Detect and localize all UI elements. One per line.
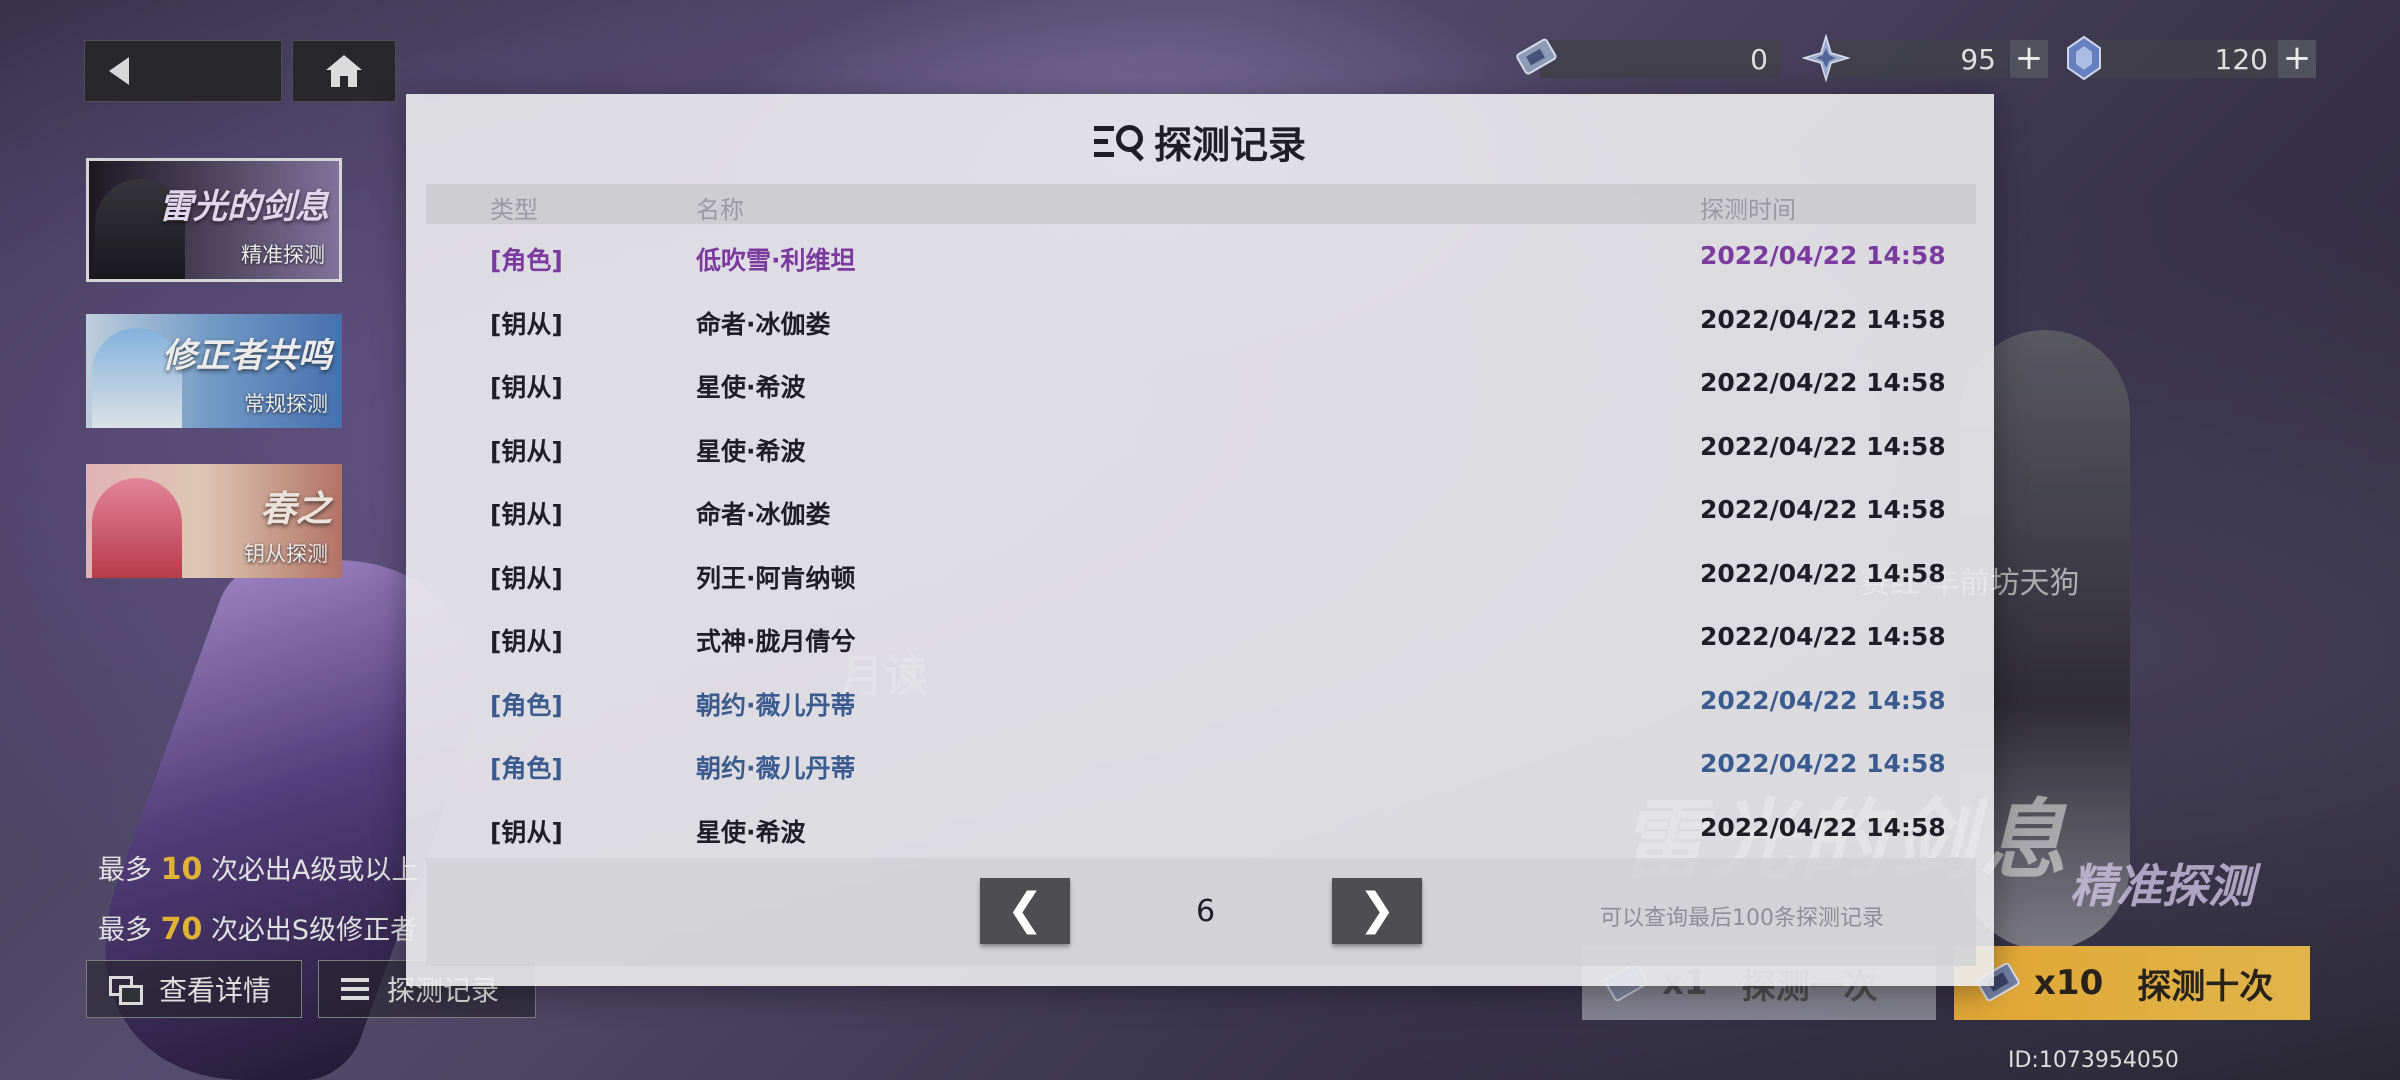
pagination: ❮ 6 ❯ 可以查询最后100条探测记录 [426, 858, 1976, 966]
record-name: 式神·胧月倩兮 [696, 627, 856, 656]
next-page-button[interactable]: ❯ [1332, 878, 1422, 944]
record-type: [钥从] [490, 817, 563, 847]
record-time: 2022/04/22 14:58 [1700, 812, 1946, 842]
table-row: [钥从] 式神·胧月倩兮 2022/04/22 14:58 [426, 605, 1976, 669]
table-row: [钥从] 星使·希波 2022/04/22 14:58 [426, 351, 1976, 415]
prev-page-button[interactable]: ❮ [980, 878, 1070, 944]
record-time: 2022/04/22 14:58 [1700, 495, 1946, 524]
record-time: 2022/04/22 14:58 [1700, 241, 1946, 270]
record-time: 2022/04/22 14:58 [1700, 431, 1946, 461]
table-header: 类型 名称 探测时间 [426, 184, 1976, 224]
record-name: 命者·冰伽娄 [696, 500, 831, 529]
page-number: 6 [1196, 894, 1216, 929]
dialog-title-text: 探测记录 [1153, 123, 1306, 167]
record-name: 星使·希波 [696, 436, 806, 466]
record-time: 2022/04/22 14:58 [1700, 304, 1946, 334]
record-type: [钥从] [490, 500, 563, 529]
record-time: 2022/04/22 14:58 [1700, 368, 1946, 397]
draw-record-dialog: 探测记录 类型 名称 探测时间 [角色] 低吹雪·利维坦 2022/04/22 14… [406, 94, 1994, 986]
record-type: [钥从] [490, 436, 563, 466]
record-limit-note: 可以查询最后100条探测记录 [1600, 906, 1884, 931]
dialog-title: 探测记录 [406, 114, 1994, 169]
header-type: 类型 [490, 196, 538, 224]
record-table: [角色] 低吹雪·利维坦 2022/04/22 14:58 [钥从] 命者·冰伽娄 202… [426, 224, 1976, 859]
table-row: [钥从] 命者·冰伽娄 2022/04/22 14:58 [426, 478, 1976, 542]
record-type: [钥从] [490, 373, 563, 402]
record-type: [钥从] [490, 563, 563, 593]
header-name: 名称 [696, 196, 744, 224]
record-name: 低吹雪·利维坦 [696, 246, 856, 275]
table-row: [钥从] 列王·阿肯纳顿 2022/04/22 14:58 [426, 542, 1976, 606]
record-type: [钥从] [490, 309, 563, 339]
table-row: [角色] 低吹雪·利维坦 2022/04/22 14:58 [426, 224, 1976, 288]
record-type: [角色] [490, 754, 563, 783]
record-name: 命者·冰伽娄 [696, 309, 831, 339]
record-time: 2022/04/22 14:58 [1700, 622, 1946, 651]
record-type: [钥从] [490, 627, 563, 656]
record-name: 星使·希波 [696, 817, 806, 847]
record-time: 2022/04/22 14:58 [1700, 749, 1946, 778]
table-row: [角色] 朝约·薇儿丹蒂 2022/04/22 14:58 [426, 732, 1976, 796]
record-time: 2022/04/22 14:58 [1700, 685, 1946, 715]
table-row: [钥从] 星使·希波 2022/04/22 14:58 [426, 796, 1976, 860]
record-name: 星使·希波 [696, 373, 806, 402]
record-name: 朝约·薇儿丹蒂 [696, 754, 856, 783]
table-row: [钥从] 命者·冰伽娄 2022/04/22 14:58 [426, 288, 1976, 352]
record-type: [角色] [490, 246, 563, 275]
header-time: 探测时间 [1700, 196, 1796, 224]
record-type: [角色] [490, 690, 563, 720]
table-row: [钥从] 星使·希波 2022/04/22 14:58 [426, 415, 1976, 479]
search-list-icon [1093, 122, 1144, 162]
record-name: 列王·阿肯纳顿 [696, 563, 856, 593]
table-row: [角色] 朝约·薇儿丹蒂 2022/04/22 14:58 [426, 669, 1976, 733]
record-time: 2022/04/22 14:58 [1700, 558, 1946, 588]
record-name: 朝约·薇儿丹蒂 [696, 690, 856, 720]
